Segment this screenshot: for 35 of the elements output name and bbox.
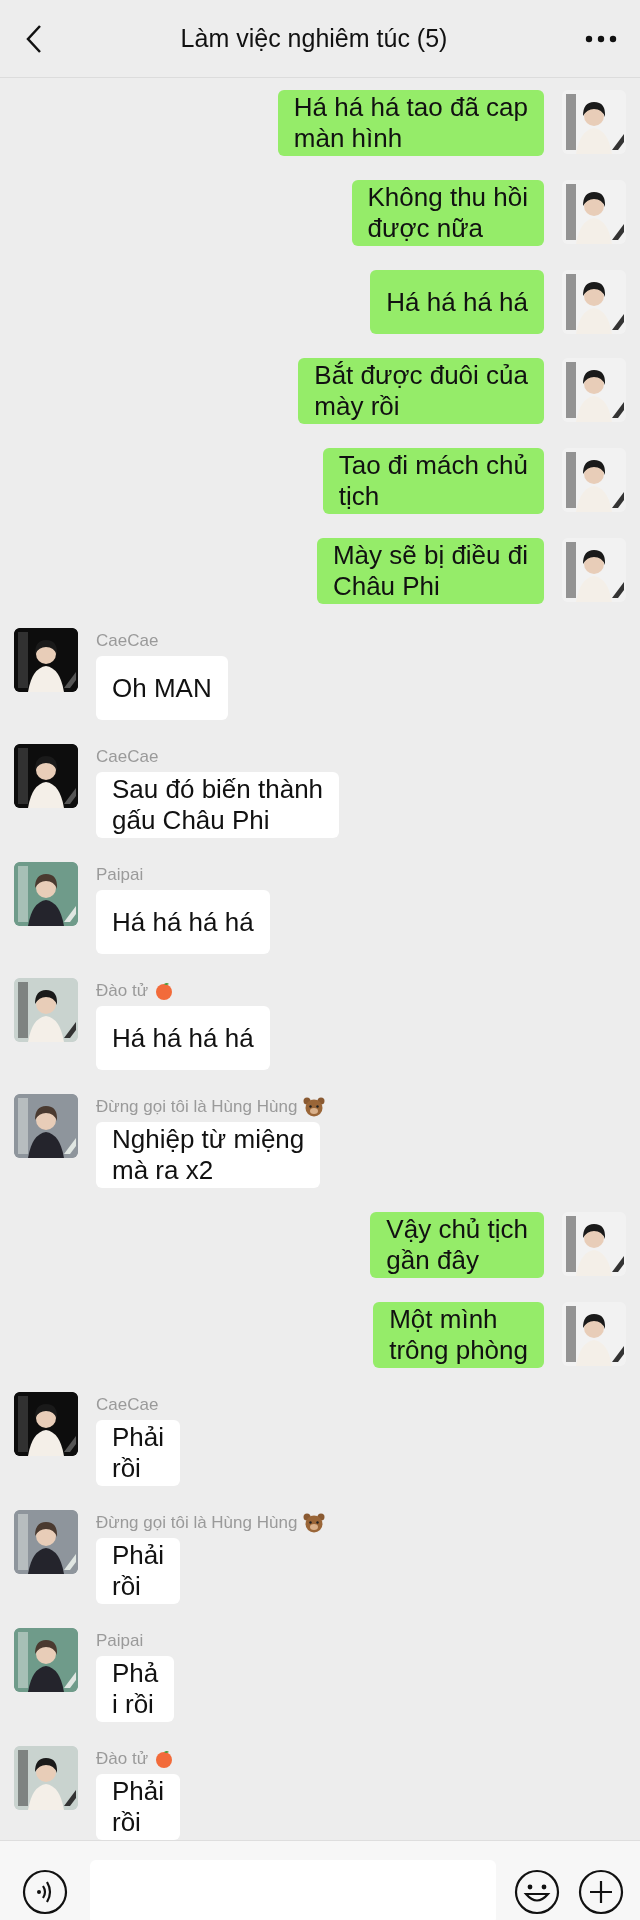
message-bubble: Bắt được đuôi của mày rồi <box>298 358 544 424</box>
more-button[interactable] <box>584 33 618 44</box>
sender-name: CaeCae <box>96 631 159 651</box>
message-bubble: Phải rồi <box>96 1420 181 1486</box>
voice-button[interactable] <box>22 1868 68 1915</box>
sender-name: CaeCae <box>96 747 159 767</box>
message-bubble: Há há há há <box>96 890 270 954</box>
sender-name: Paipai <box>96 865 144 885</box>
emoji-button[interactable] <box>514 1868 560 1915</box>
message-bubble: Oh MAN <box>96 656 228 720</box>
bear-icon <box>303 1097 326 1117</box>
message-bubble: Một mình trông phòng <box>373 1302 544 1368</box>
message-bubble: Mày sẽ bị điều đi Châu Phi <box>316 538 544 604</box>
chat-title: Làm việc nghiêm túc (5) <box>180 24 448 53</box>
sender-name: Đừng gọi tôi là Hùng Hùng <box>96 1097 298 1117</box>
peach-icon <box>154 1749 174 1769</box>
message-bubble: Phải rồi <box>96 1538 181 1604</box>
peach-icon <box>154 981 174 1001</box>
message-bubble: Há há há tao đã cap màn hình <box>277 90 544 156</box>
message-bubble: Không thu hồi được nữa <box>351 180 544 246</box>
message-bubble: Tao đi mách chủ tịch <box>322 448 544 514</box>
message-bubble: Há há há há <box>370 270 544 334</box>
sender-name: Đào tử <box>96 981 148 1001</box>
message-bubble: Phải rồi <box>96 1774 181 1840</box>
message-bubble: Vậy chủ tịch gần đây <box>370 1212 544 1278</box>
message-bubble: Nghiệp từ miệng mà ra x2 <box>96 1122 321 1188</box>
message-bubble: Há há há há <box>96 1006 270 1070</box>
message-bubble: Phả i rồi <box>96 1656 175 1722</box>
sender-name: Paipai <box>96 1631 144 1651</box>
message-bubble: Sau đó biến thành gấu Châu Phi <box>96 772 340 838</box>
add-button[interactable] <box>578 1868 624 1915</box>
sender-name: CaeCae <box>96 1395 159 1415</box>
bear-icon <box>303 1513 326 1533</box>
sender-name: Đào tử <box>96 1749 148 1769</box>
sender-name: Đừng gọi tôi là Hùng Hùng <box>96 1513 298 1533</box>
